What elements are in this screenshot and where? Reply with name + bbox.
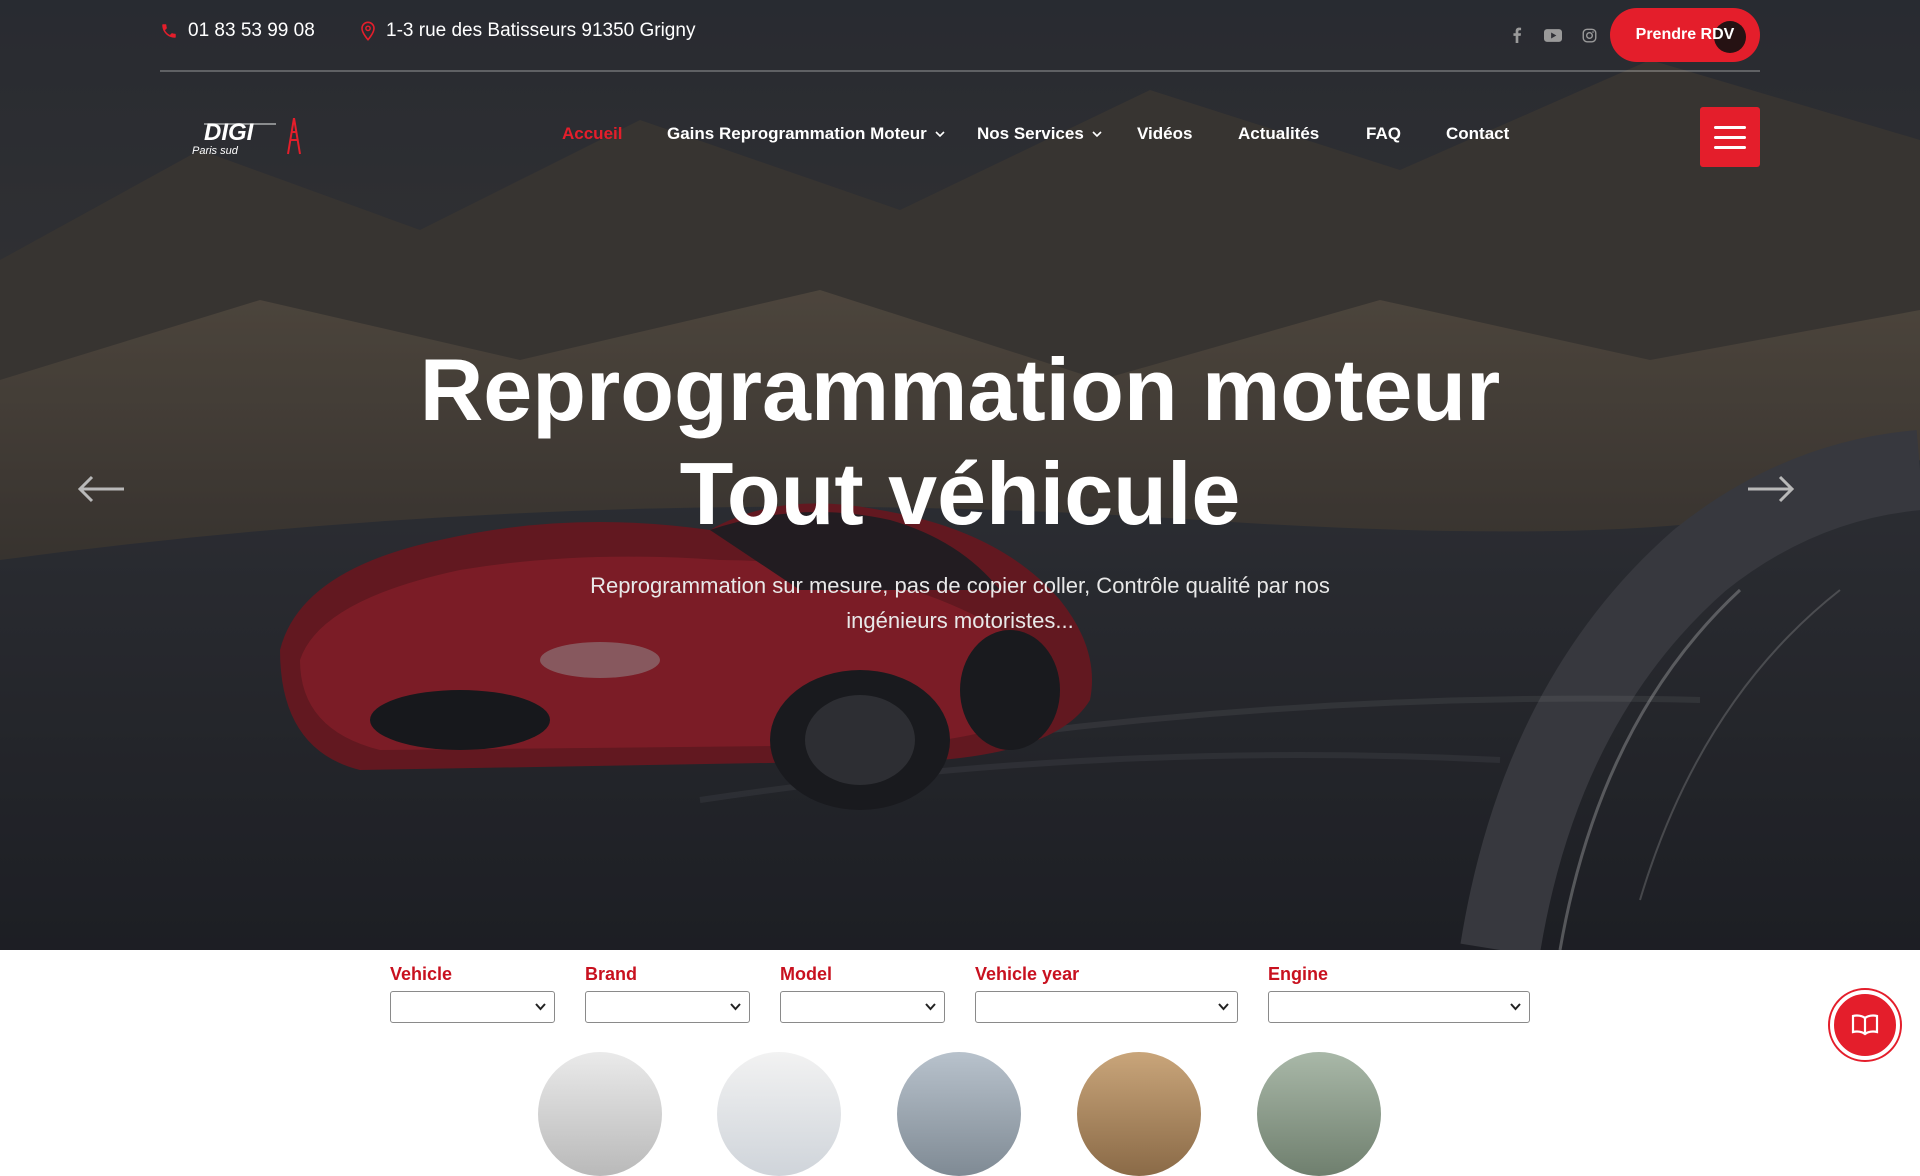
- address-text: 1-3 rue des Batisseurs 91350 Grigny: [386, 20, 696, 41]
- chevron-down-icon: [925, 1003, 936, 1011]
- hero-title: Reprogrammation moteur Tout véhicule: [0, 338, 1920, 546]
- address-contact[interactable]: 1-3 rue des Batisseurs 91350 Grigny: [360, 20, 695, 42]
- youtube-icon[interactable]: [1542, 24, 1564, 46]
- nav-contact-label: Contact: [1446, 124, 1510, 143]
- top-bar: 01 83 53 99 08 1-3 rue des Batisseurs 91…: [160, 0, 1760, 72]
- vehicle-year-field: Vehicle year: [975, 964, 1238, 1023]
- nav-videos[interactable]: Vidéos: [1137, 124, 1192, 144]
- vehicle-label: Vehicle: [390, 964, 453, 984]
- model-select[interactable]: [780, 991, 945, 1023]
- facebook-icon[interactable]: [1506, 24, 1528, 46]
- hamburger-menu-button[interactable]: [1700, 107, 1760, 167]
- book-appointment-button[interactable]: Prendre RDV: [1610, 8, 1760, 62]
- brand-field: Brand: [585, 964, 750, 1023]
- chevron-down-icon: [935, 130, 945, 137]
- nav-gains-reprogrammation[interactable]: Gains Reprogrammation Moteur: [667, 124, 945, 144]
- brand-label: Brand: [585, 964, 638, 984]
- chevron-down-icon: [1092, 130, 1102, 137]
- nav-actualites-label: Actualités: [1238, 124, 1320, 143]
- nav-accueil-label: Accueil: [562, 124, 623, 143]
- brand-select[interactable]: [585, 991, 750, 1023]
- instagram-icon[interactable]: [1578, 24, 1600, 46]
- nav-gains-label: Gains Reprogrammation Moteur: [667, 124, 927, 143]
- model-field: Model: [780, 964, 945, 1023]
- floating-booking-button[interactable]: [1830, 990, 1900, 1060]
- nav-nos-services[interactable]: Nos Services: [977, 124, 1102, 144]
- model-label: Model: [780, 964, 832, 984]
- nav-accueil[interactable]: Accueil: [562, 124, 622, 144]
- book-icon: [1851, 1014, 1879, 1036]
- vehicle-select[interactable]: [390, 991, 555, 1023]
- hero-title-line1: Reprogrammation moteur: [419, 340, 1501, 439]
- arrow-left-icon[interactable]: [76, 474, 126, 504]
- engine-select[interactable]: [1268, 991, 1530, 1023]
- chevron-down-icon: [1218, 1003, 1229, 1011]
- category-thumbnail[interactable]: [897, 1052, 1021, 1176]
- nav-faq-label: FAQ: [1366, 124, 1401, 143]
- phone-icon: [162, 24, 176, 38]
- social-links: [1506, 24, 1600, 46]
- category-thumbnail[interactable]: [1257, 1052, 1381, 1176]
- map-pin-icon: [361, 21, 375, 41]
- book-appointment-label: Prendre RDV: [1635, 26, 1735, 43]
- main-nav: Accueil Gains Reprogrammation Moteur Nos…: [0, 124, 1920, 150]
- vehicle-field: Vehicle: [390, 964, 555, 1023]
- vehicle-year-label: Vehicle year: [975, 964, 1080, 984]
- phone-number: 01 83 53 99 08: [188, 20, 315, 41]
- nav-contact[interactable]: Contact: [1446, 124, 1509, 144]
- arrow-right-icon[interactable]: [1746, 474, 1796, 504]
- category-thumbnail[interactable]: [538, 1052, 662, 1176]
- chevron-down-icon: [730, 1003, 741, 1011]
- chevron-down-icon: [1510, 1003, 1521, 1011]
- category-thumbnail[interactable]: [1077, 1052, 1201, 1176]
- nav-faq[interactable]: FAQ: [1366, 124, 1401, 144]
- hero-subtitle: Reprogrammation sur mesure, pas de copie…: [590, 573, 1330, 633]
- engine-label: Engine: [1268, 964, 1329, 984]
- hero-title-line2: Tout véhicule: [679, 444, 1241, 543]
- nav-services-label: Nos Services: [977, 124, 1084, 143]
- nav-videos-label: Vidéos: [1137, 124, 1193, 143]
- nav-actualites[interactable]: Actualités: [1238, 124, 1319, 144]
- category-thumbnail[interactable]: [717, 1052, 841, 1176]
- engine-field: Engine: [1268, 964, 1530, 1023]
- phone-contact[interactable]: 01 83 53 99 08: [160, 20, 315, 42]
- chevron-down-icon: [535, 1003, 546, 1011]
- vehicle-year-select[interactable]: [975, 991, 1238, 1023]
